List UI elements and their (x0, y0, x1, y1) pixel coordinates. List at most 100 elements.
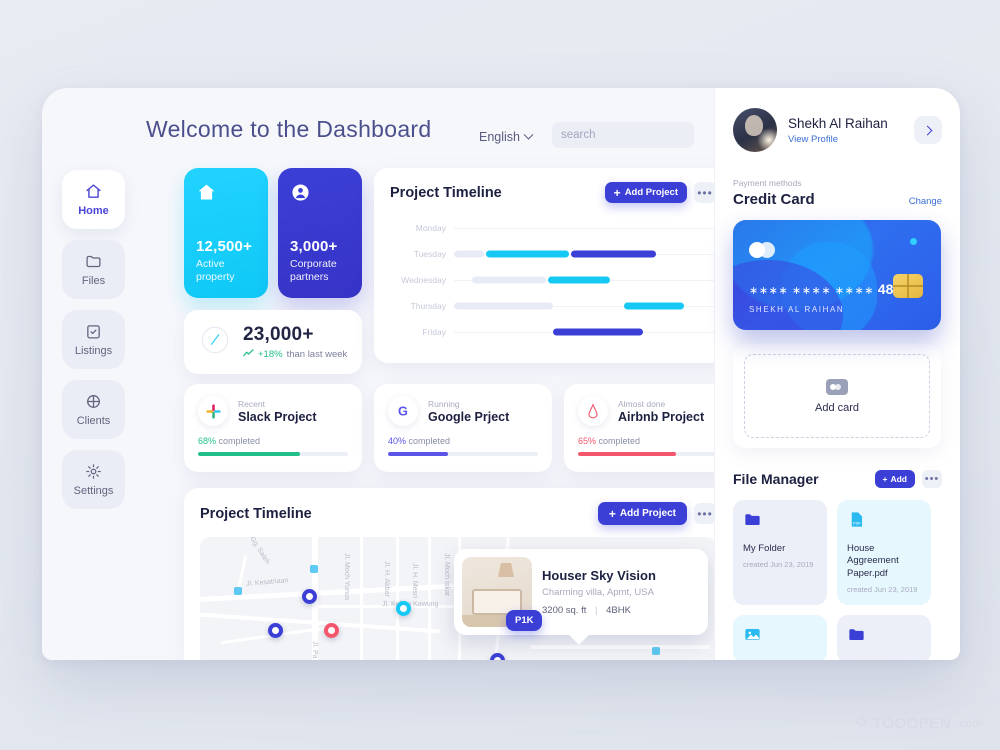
project-name: Airbnb Project (618, 409, 705, 424)
gantt-row: Monday (390, 215, 716, 241)
map-street-label: Gg. Saleh (248, 537, 271, 566)
project-name: Google Prject (428, 409, 510, 424)
sidebar-item-listings[interactable]: Listings (62, 310, 125, 369)
project-card-slack[interactable]: Recent Slack Project 68% completed (184, 384, 362, 472)
file-date: created Jun 23, 2019 (743, 560, 814, 570)
map-street-label: Jl. Moch Iskat (443, 553, 450, 596)
file-item-folder-2[interactable] (837, 615, 931, 660)
project-percent: 40% (388, 436, 407, 446)
project-percent: 65% (578, 436, 597, 446)
folder-icon (85, 253, 102, 270)
gantt-bar[interactable] (571, 250, 657, 258)
file-manager-more-button[interactable]: ••• (922, 470, 942, 488)
sidebar-item-files[interactable]: Files (62, 240, 125, 299)
home-icon (85, 183, 102, 200)
map-pin[interactable] (396, 601, 411, 616)
search-box[interactable] (552, 122, 717, 148)
house-icon (196, 182, 256, 208)
airbnb-icon (578, 396, 608, 426)
more-options-button[interactable]: ••• (694, 503, 716, 524)
chevron-down-icon (523, 129, 534, 140)
chip-icon (893, 274, 923, 298)
more-options-button[interactable]: ••• (694, 182, 716, 203)
search-input[interactable] (561, 129, 715, 141)
change-payment-link[interactable]: Change (909, 196, 942, 207)
project-timeline-card: Project Timeline + Add Project ••• Monda… (374, 168, 732, 363)
watermark-brand: TOOOPEN (872, 715, 952, 732)
gantt-bar[interactable] (472, 276, 546, 284)
gantt-row-label: Wednesday (401, 275, 446, 285)
map-pin[interactable] (302, 589, 317, 604)
plus-icon: + (608, 506, 616, 521)
map-pin[interactable] (324, 623, 339, 638)
property-title: Houser Sky Vision (542, 568, 656, 583)
gantt-row: Friday (390, 319, 716, 345)
gantt-bar[interactable] (486, 250, 569, 258)
property-price-badge: P1K (506, 610, 543, 631)
project-completed-label: completed (598, 436, 641, 446)
card-number: ∗∗∗∗ ∗∗∗∗ ∗∗∗∗ 4848 (749, 281, 909, 297)
project-progress-label: 65% completed (578, 436, 728, 446)
avatar[interactable] (733, 108, 777, 152)
gantt-bar[interactable] (454, 250, 484, 258)
sidebar-item-home[interactable]: Home (62, 170, 125, 229)
project-percent: 68% (198, 436, 217, 446)
page-title: Welcome to the Dashboard (146, 116, 432, 142)
gantt-row: Thursday (390, 293, 716, 319)
project-card-google[interactable]: G Running Google Prject 40% completed (374, 384, 552, 472)
meta-separator: | (595, 605, 598, 616)
project-progress-bar (198, 452, 348, 456)
project-cards: Recent Slack Project 68% completed G Run… (184, 384, 742, 472)
map-pin[interactable] (490, 653, 505, 660)
stat-cards: 12,500+ Active property 3,000+ Corporate… (184, 168, 362, 298)
project-progress-label: 40% completed (388, 436, 538, 446)
plus-icon: + (882, 474, 888, 484)
stat-value: 23,000+ (243, 324, 314, 345)
map-marker-square (234, 587, 242, 595)
add-project-label: Add Project (619, 508, 676, 519)
sidebar-item-clients[interactable]: Clients (62, 380, 125, 439)
project-progress-fill (198, 452, 300, 456)
project-progress-fill (578, 452, 676, 456)
language-selector[interactable]: English (479, 129, 534, 144)
card-number-masked: ∗∗∗∗ ∗∗∗∗ ∗∗∗∗ (749, 285, 875, 297)
watermark-suffix: .com (956, 717, 982, 730)
gantt-bar[interactable] (548, 276, 611, 284)
gantt-bar[interactable] (454, 302, 553, 310)
watermark: TOOOPEN .com (855, 715, 982, 732)
add-card-button[interactable]: Add card (744, 354, 930, 438)
map-road (396, 537, 399, 660)
user-icon (290, 182, 350, 208)
file-date: created Jun 23, 2019 (847, 585, 918, 595)
add-project-button[interactable]: + Add Project (604, 182, 687, 203)
view-profile-link[interactable]: View Profile (788, 134, 888, 145)
file-manager-actions: + Add ••• (874, 470, 942, 488)
credit-card[interactable]: ∗∗∗∗ ∗∗∗∗ ∗∗∗∗ 4848 SHEKH AL RAIHAN (733, 220, 941, 330)
map-pin[interactable] (268, 623, 283, 638)
stat-card-total[interactable]: 23,000+ +18% than last week (184, 310, 362, 374)
card-title: Project Timeline (390, 184, 502, 201)
add-project-button[interactable]: + Add Project (597, 502, 687, 525)
gantt-bar[interactable] (624, 302, 684, 310)
gantt-chart: Monday Tuesday Wednesday Thursday Friday (390, 215, 716, 355)
slack-icon (198, 396, 228, 426)
header: Welcome to the Dashboard English (42, 88, 717, 172)
stat-card-corporate-partners[interactable]: 3,000+ Corporate partners (278, 168, 362, 298)
stat-value: 3,000+ (290, 237, 338, 255)
sidebar-item-settings[interactable]: Settings (62, 450, 125, 509)
file-manager-header: File Manager + Add ••• (733, 470, 942, 488)
card-header: Project Timeline + Add Project ••• (200, 502, 716, 525)
map[interactable]: Gg. Saleh Jl. Kesatriaan Jl. Moch Yunus … (200, 537, 716, 660)
file-item-folder[interactable]: My Folder created Jun 23, 2019 (733, 500, 827, 606)
stat-card-active-property[interactable]: 12,500+ Active property (184, 168, 268, 298)
chevron-right-icon[interactable] (914, 116, 942, 144)
file-item-pdf[interactable]: PDF House Aggreement Paper.pdf created J… (837, 500, 931, 606)
property-popup[interactable]: Houser Sky Vision Charming villa, Apmt, … (454, 549, 708, 645)
gantt-bar[interactable] (552, 328, 643, 336)
file-item-image[interactable] (733, 615, 827, 660)
google-icon: G (388, 396, 418, 426)
stat-delta-suffix: than last week (286, 349, 348, 360)
add-file-button[interactable]: + Add (874, 470, 915, 488)
card-header: Project Timeline + Add Project ••• (390, 182, 716, 203)
plus-icon: + (613, 185, 621, 200)
